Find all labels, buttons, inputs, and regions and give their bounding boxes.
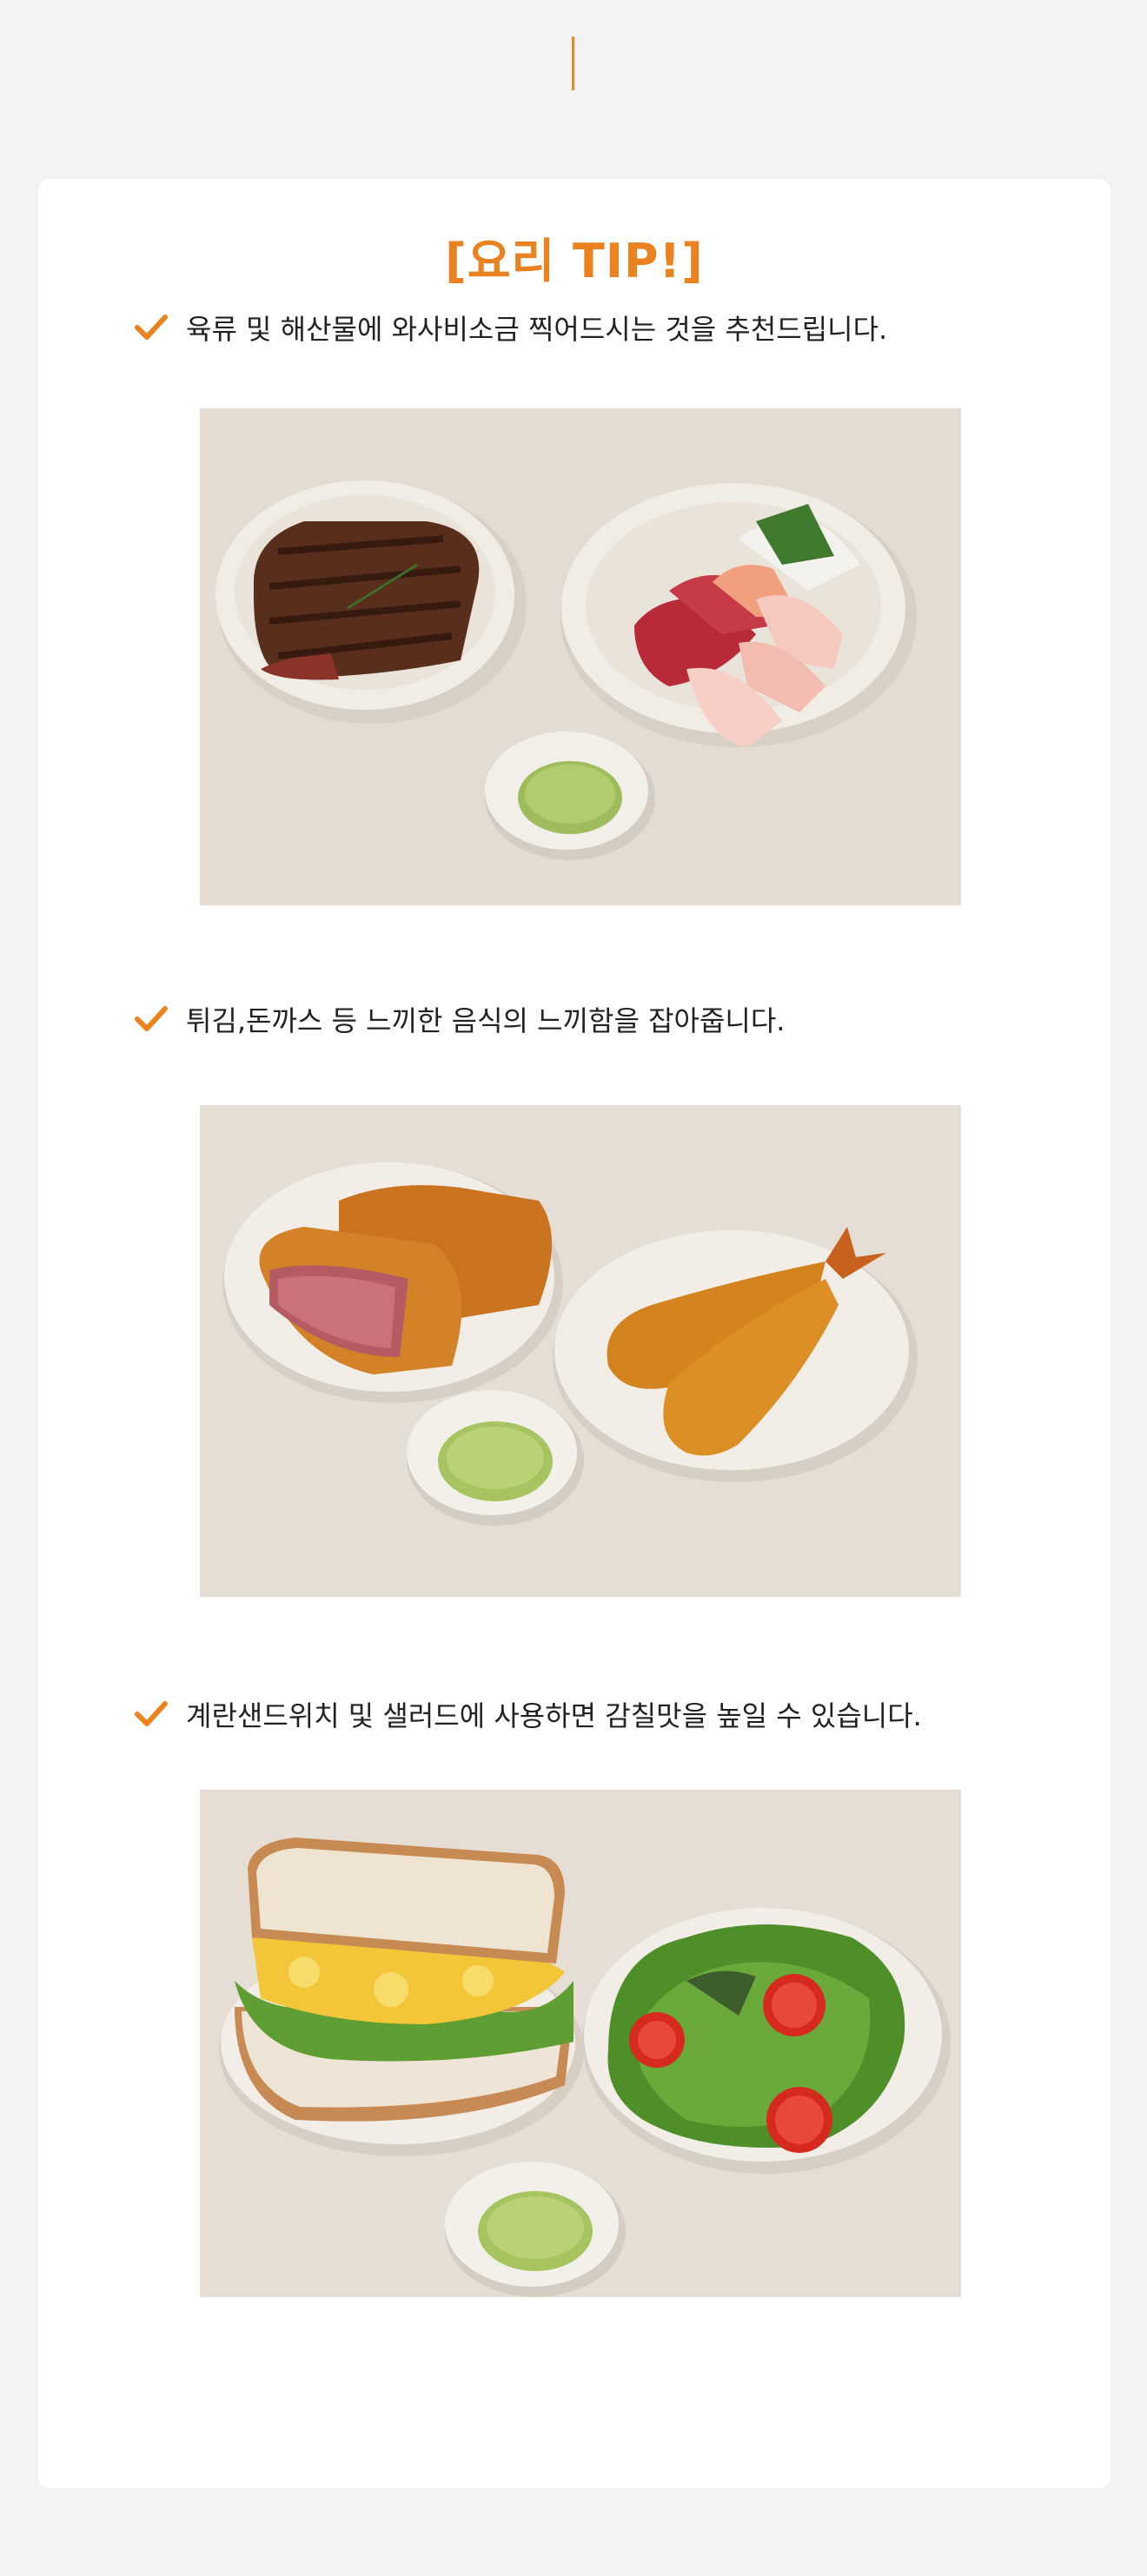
tip-item-3: 계란샌드위치 및 샐러드에 사용하면 감칠맛을 높일 수 있습니다. bbox=[134, 1692, 922, 1736]
tip-item-1: 육류 및 해산물에 와사비소금 찍어드시는 것을 추천드립니다. bbox=[134, 306, 887, 349]
check-icon bbox=[135, 315, 168, 340]
tip-text: 계란샌드위치 및 샐러드에 사용하면 감칠맛을 높일 수 있습니다. bbox=[186, 1699, 922, 1732]
tip-item-2: 튀김,돈까스 등 느끼한 음식의 느끼함을 잡아줍니다. bbox=[134, 997, 785, 1041]
check-icon bbox=[135, 1701, 168, 1726]
top-divider-line bbox=[572, 36, 574, 90]
tip-card: [요리 TIP!] 육류 및 해산물에 와사비소금 찍어드시는 것을 추천드립니… bbox=[38, 179, 1111, 2488]
tip-text: 튀김,돈까스 등 느끼한 음식의 느끼함을 잡아줍니다. bbox=[186, 1004, 786, 1037]
photo-tonkatsu-shrimp bbox=[200, 1105, 961, 1597]
tip-text: 육류 및 해산물에 와사비소금 찍어드시는 것을 추천드립니다. bbox=[186, 313, 888, 346]
photo-steak-sashimi bbox=[200, 408, 961, 905]
check-icon bbox=[135, 1006, 168, 1031]
section-title: [요리 TIP!] bbox=[445, 234, 704, 288]
photo-egg-sandwich-salad bbox=[200, 1790, 961, 2297]
